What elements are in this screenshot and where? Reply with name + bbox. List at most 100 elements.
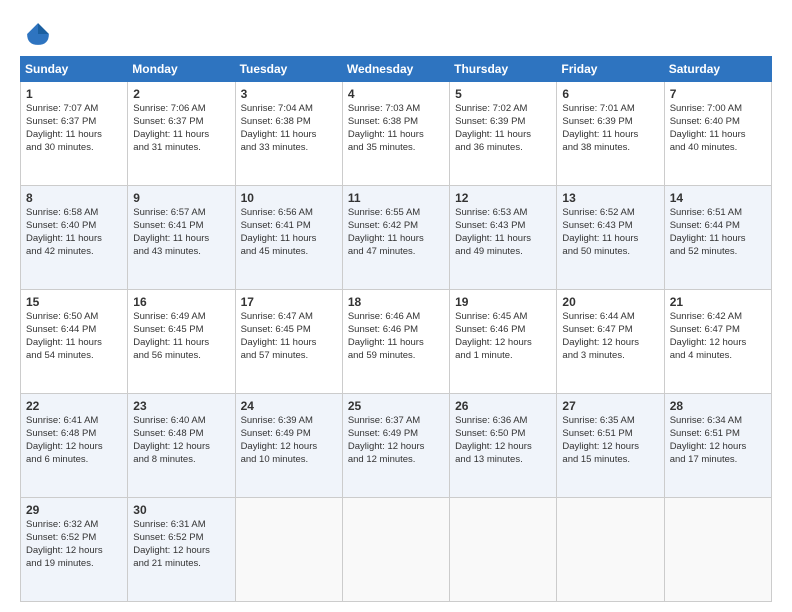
day-info: and 19 minutes. [26,558,122,571]
logo [20,20,52,48]
day-info: Sunset: 6:37 PM [133,116,229,129]
day-number: 15 [26,294,122,310]
day-info: Sunrise: 6:52 AM [562,207,658,220]
day-info: and 57 minutes. [241,350,337,363]
day-info: Daylight: 11 hours [670,129,766,142]
day-info: Sunrise: 6:57 AM [133,207,229,220]
calendar-cell: 7Sunrise: 7:00 AMSunset: 6:40 PMDaylight… [664,82,771,186]
weekday-friday: Friday [557,57,664,82]
day-number: 5 [455,86,551,102]
calendar-cell: 12Sunrise: 6:53 AMSunset: 6:43 PMDayligh… [450,186,557,290]
day-number: 25 [348,398,444,414]
day-info: Sunset: 6:37 PM [26,116,122,129]
day-info: and 13 minutes. [455,454,551,467]
calendar-cell: 24Sunrise: 6:39 AMSunset: 6:49 PMDayligh… [235,394,342,498]
weekday-monday: Monday [128,57,235,82]
day-info: Sunset: 6:51 PM [562,428,658,441]
day-info: Sunset: 6:45 PM [133,324,229,337]
calendar-cell: 6Sunrise: 7:01 AMSunset: 6:39 PMDaylight… [557,82,664,186]
day-info: Sunset: 6:39 PM [562,116,658,129]
calendar-cell: 28Sunrise: 6:34 AMSunset: 6:51 PMDayligh… [664,394,771,498]
day-info: Daylight: 12 hours [241,441,337,454]
day-info: Sunset: 6:47 PM [670,324,766,337]
day-number: 19 [455,294,551,310]
day-info: Daylight: 12 hours [133,441,229,454]
day-info: Sunset: 6:46 PM [348,324,444,337]
day-info: and 56 minutes. [133,350,229,363]
day-info: Sunrise: 6:31 AM [133,519,229,532]
week-row-5: 29Sunrise: 6:32 AMSunset: 6:52 PMDayligh… [21,498,772,602]
calendar-cell: 22Sunrise: 6:41 AMSunset: 6:48 PMDayligh… [21,394,128,498]
calendar-cell: 17Sunrise: 6:47 AMSunset: 6:45 PMDayligh… [235,290,342,394]
day-info: Sunset: 6:52 PM [26,532,122,545]
day-info: Daylight: 12 hours [348,441,444,454]
day-info: and 43 minutes. [133,246,229,259]
day-info: Sunset: 6:45 PM [241,324,337,337]
day-info: Daylight: 11 hours [26,233,122,246]
weekday-sunday: Sunday [21,57,128,82]
day-info: and 33 minutes. [241,142,337,155]
day-info: Sunrise: 6:51 AM [670,207,766,220]
calendar-cell: 3Sunrise: 7:04 AMSunset: 6:38 PMDaylight… [235,82,342,186]
day-info: and 12 minutes. [348,454,444,467]
calendar-cell: 16Sunrise: 6:49 AMSunset: 6:45 PMDayligh… [128,290,235,394]
day-info: Daylight: 11 hours [348,337,444,350]
day-info: Daylight: 11 hours [455,233,551,246]
calendar-cell [342,498,449,602]
day-number: 2 [133,86,229,102]
weekday-saturday: Saturday [664,57,771,82]
day-info: Daylight: 11 hours [133,129,229,142]
day-number: 9 [133,190,229,206]
day-info: and 10 minutes. [241,454,337,467]
day-info: Daylight: 12 hours [26,441,122,454]
day-info: Sunset: 6:40 PM [670,116,766,129]
day-number: 24 [241,398,337,414]
day-info: Sunrise: 6:32 AM [26,519,122,532]
page: SundayMondayTuesdayWednesdayThursdayFrid… [0,0,792,612]
day-info: Sunset: 6:49 PM [241,428,337,441]
day-number: 14 [670,190,766,206]
day-number: 13 [562,190,658,206]
day-info: Daylight: 11 hours [455,129,551,142]
day-info: and 52 minutes. [670,246,766,259]
day-info: and 54 minutes. [26,350,122,363]
day-info: Sunset: 6:48 PM [26,428,122,441]
day-number: 8 [26,190,122,206]
day-number: 18 [348,294,444,310]
day-info: Sunrise: 6:39 AM [241,415,337,428]
day-info: Daylight: 12 hours [455,441,551,454]
day-number: 16 [133,294,229,310]
calendar-table: SundayMondayTuesdayWednesdayThursdayFrid… [20,56,772,602]
day-number: 1 [26,86,122,102]
day-info: and 38 minutes. [562,142,658,155]
day-info: and 4 minutes. [670,350,766,363]
day-info: Daylight: 12 hours [670,337,766,350]
calendar-cell [235,498,342,602]
calendar-cell: 29Sunrise: 6:32 AMSunset: 6:52 PMDayligh… [21,498,128,602]
day-info: Sunset: 6:44 PM [670,220,766,233]
day-info: and 30 minutes. [26,142,122,155]
day-info: Sunrise: 6:49 AM [133,311,229,324]
calendar-cell: 8Sunrise: 6:58 AMSunset: 6:40 PMDaylight… [21,186,128,290]
calendar-cell: 19Sunrise: 6:45 AMSunset: 6:46 PMDayligh… [450,290,557,394]
calendar-cell: 20Sunrise: 6:44 AMSunset: 6:47 PMDayligh… [557,290,664,394]
day-info: and 59 minutes. [348,350,444,363]
day-info: and 21 minutes. [133,558,229,571]
day-info: Sunrise: 6:34 AM [670,415,766,428]
day-info: Sunrise: 6:45 AM [455,311,551,324]
calendar-cell [450,498,557,602]
day-info: Sunset: 6:52 PM [133,532,229,545]
day-info: and 1 minute. [455,350,551,363]
day-info: and 15 minutes. [562,454,658,467]
day-info: Sunset: 6:49 PM [348,428,444,441]
day-info: Daylight: 11 hours [133,337,229,350]
day-info: Sunrise: 6:47 AM [241,311,337,324]
day-info: and 40 minutes. [670,142,766,155]
calendar-cell: 9Sunrise: 6:57 AMSunset: 6:41 PMDaylight… [128,186,235,290]
day-info: and 8 minutes. [133,454,229,467]
day-info: Daylight: 11 hours [348,233,444,246]
day-info: Sunrise: 7:01 AM [562,103,658,116]
day-number: 26 [455,398,551,414]
day-info: Sunrise: 7:04 AM [241,103,337,116]
calendar-cell: 11Sunrise: 6:55 AMSunset: 6:42 PMDayligh… [342,186,449,290]
